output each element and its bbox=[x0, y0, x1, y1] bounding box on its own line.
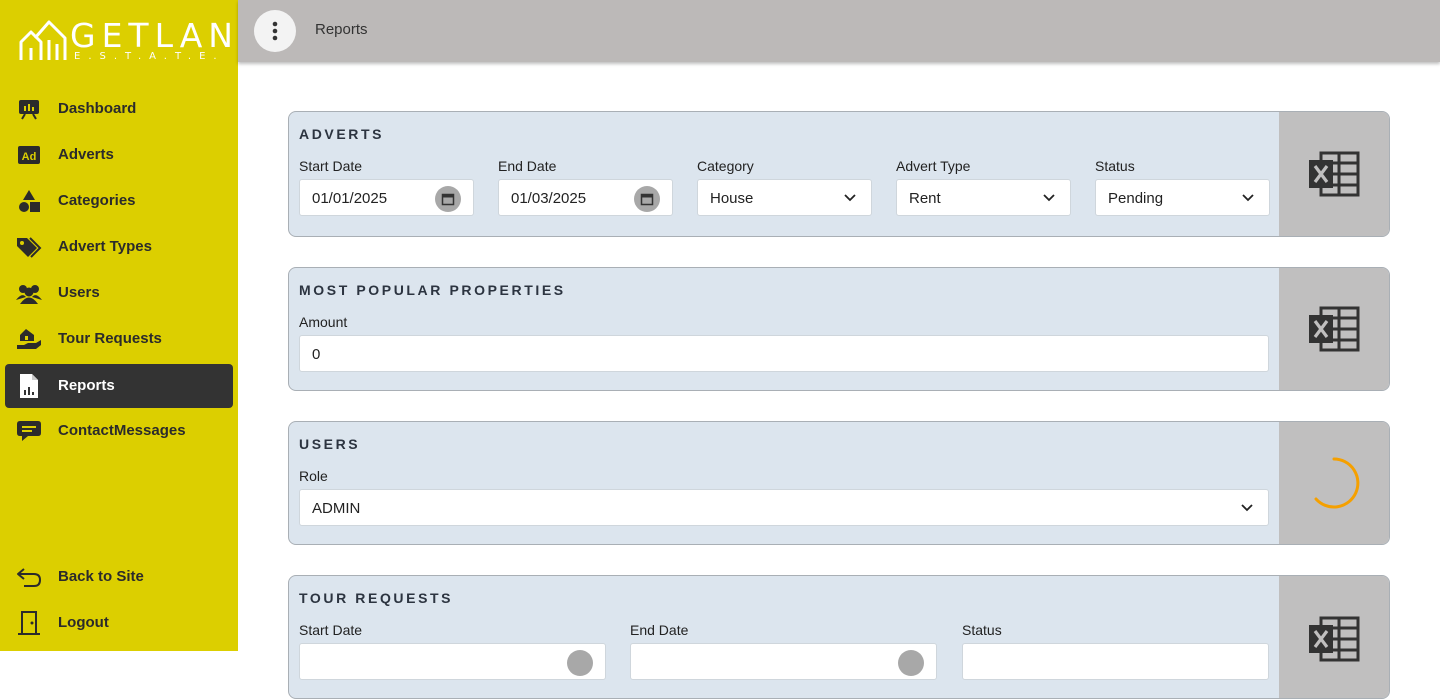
end-date-label: End Date bbox=[498, 158, 557, 174]
ad-icon: Ad bbox=[16, 142, 42, 168]
sidebar-item-label: Tour Requests bbox=[58, 330, 162, 347]
chevron-down-icon bbox=[1242, 194, 1254, 202]
excel-icon bbox=[1309, 151, 1360, 197]
status-select[interactable] bbox=[962, 643, 1269, 680]
chevron-down-icon bbox=[844, 194, 856, 202]
export-excel-button[interactable] bbox=[1279, 576, 1389, 698]
calendar-icon[interactable] bbox=[567, 650, 593, 676]
start-date-input[interactable] bbox=[299, 643, 606, 680]
sidebar-item-tour-requests[interactable]: Tour Requests bbox=[5, 317, 233, 361]
tags-icon bbox=[16, 234, 42, 260]
logo[interactable]: GETLAND E.S.T.A.T.E. bbox=[18, 16, 264, 64]
tour-request-icon bbox=[16, 326, 42, 352]
popular-properties-card: MOST POPULAR PROPERTIES Amount 0 bbox=[288, 267, 1390, 391]
dashboard-icon bbox=[16, 96, 42, 122]
status-label: Status bbox=[962, 622, 1002, 638]
sidebar-item-label: Adverts bbox=[58, 146, 114, 163]
buildings-logo-icon bbox=[19, 20, 67, 60]
sidebar-item-advert-types[interactable]: Advert Types bbox=[5, 225, 233, 269]
back-to-site-link[interactable]: Back to Site bbox=[5, 555, 233, 599]
chat-icon bbox=[16, 418, 42, 444]
end-date-label: End Date bbox=[630, 622, 689, 638]
loading-spinner-icon bbox=[1314, 457, 1360, 509]
end-date-input[interactable] bbox=[630, 643, 937, 680]
sidebar-item-reports[interactable]: Reports bbox=[5, 364, 233, 408]
card-title: TOUR REQUESTS bbox=[299, 590, 454, 606]
menu-button[interactable] bbox=[254, 10, 296, 52]
chevron-down-icon bbox=[1241, 504, 1253, 512]
sidebar-item-label: Categories bbox=[58, 192, 136, 209]
end-date-input[interactable]: 01/03/2025 bbox=[498, 179, 673, 216]
sidebar-item-contact-messages[interactable]: ContactMessages bbox=[5, 409, 233, 453]
sidebar-item-label: Users bbox=[58, 284, 100, 301]
adverts-report-card: ADVERTS Start Date 01/01/2025 End Date 0… bbox=[288, 111, 1390, 237]
vertical-dots-icon bbox=[272, 21, 278, 41]
calendar-icon[interactable] bbox=[634, 186, 660, 212]
sidebar-item-label: Reports bbox=[58, 377, 115, 394]
category-label: Category bbox=[697, 158, 754, 174]
status-select[interactable]: Pending bbox=[1095, 179, 1270, 216]
sidebar-item-label: ContactMessages bbox=[58, 422, 186, 439]
report-file-icon bbox=[16, 373, 42, 399]
door-icon bbox=[16, 610, 42, 636]
advert-type-label: Advert Type bbox=[896, 158, 971, 174]
export-excel-button[interactable] bbox=[1279, 268, 1389, 390]
users-icon bbox=[16, 280, 42, 306]
sidebar-item-dashboard[interactable]: Dashboard bbox=[5, 87, 233, 131]
sidebar-item-label: Advert Types bbox=[58, 238, 152, 255]
start-date-input[interactable]: 01/01/2025 bbox=[299, 179, 474, 216]
role-label: Role bbox=[299, 468, 328, 484]
export-loading-button[interactable] bbox=[1279, 422, 1389, 544]
tour-requests-report-card: TOUR REQUESTS Start Date End Date Status bbox=[288, 575, 1390, 699]
svg-text:Ad: Ad bbox=[22, 151, 37, 163]
category-select[interactable]: House bbox=[697, 179, 872, 216]
excel-icon bbox=[1309, 616, 1360, 662]
advert-type-select[interactable]: Rent bbox=[896, 179, 1071, 216]
category-value: House bbox=[710, 190, 754, 207]
calendar-icon[interactable] bbox=[898, 650, 924, 676]
start-date-label: Start Date bbox=[299, 622, 363, 638]
topbar: Reports bbox=[238, 0, 1440, 62]
excel-icon bbox=[1309, 306, 1360, 352]
sidebar: GETLAND E.S.T.A.T.E. Dashboard Ad Advert… bbox=[0, 0, 264, 651]
sidebar-item-users[interactable]: Users bbox=[5, 271, 233, 315]
logout-button[interactable]: Logout bbox=[5, 601, 233, 645]
start-date-label: Start Date bbox=[299, 158, 363, 174]
card-title: ADVERTS bbox=[299, 126, 385, 142]
amount-label: Amount bbox=[299, 314, 348, 330]
breadcrumb: Reports bbox=[315, 21, 368, 38]
start-date-value: 01/01/2025 bbox=[312, 190, 388, 207]
status-value: Pending bbox=[1108, 190, 1164, 207]
sidebar-item-label: Logout bbox=[58, 614, 109, 631]
back-arrow-icon bbox=[16, 564, 42, 590]
sidebar-item-label: Back to Site bbox=[58, 568, 144, 585]
sidebar-item-adverts[interactable]: Ad Adverts bbox=[5, 133, 233, 177]
role-value: ADMIN bbox=[312, 500, 361, 517]
end-date-value: 01/03/2025 bbox=[511, 190, 587, 207]
amount-value: 0 bbox=[312, 346, 321, 363]
advert-type-value: Rent bbox=[909, 190, 941, 207]
card-title: MOST POPULAR PROPERTIES bbox=[299, 282, 566, 298]
calendar-icon[interactable] bbox=[435, 186, 461, 212]
role-select[interactable]: ADMIN bbox=[299, 489, 1269, 526]
status-label: Status bbox=[1095, 158, 1135, 174]
shapes-icon bbox=[16, 188, 42, 214]
card-title: USERS bbox=[299, 436, 361, 452]
logo-subtitle: E.S.T.A.T.E. bbox=[74, 51, 225, 62]
sidebar-item-categories[interactable]: Categories bbox=[5, 179, 233, 223]
chevron-down-icon bbox=[1043, 194, 1055, 202]
export-excel-button[interactable] bbox=[1279, 112, 1389, 236]
users-report-card: USERS Role ADMIN bbox=[288, 421, 1390, 545]
sidebar-item-label: Dashboard bbox=[58, 100, 137, 117]
amount-input[interactable]: 0 bbox=[299, 335, 1269, 372]
